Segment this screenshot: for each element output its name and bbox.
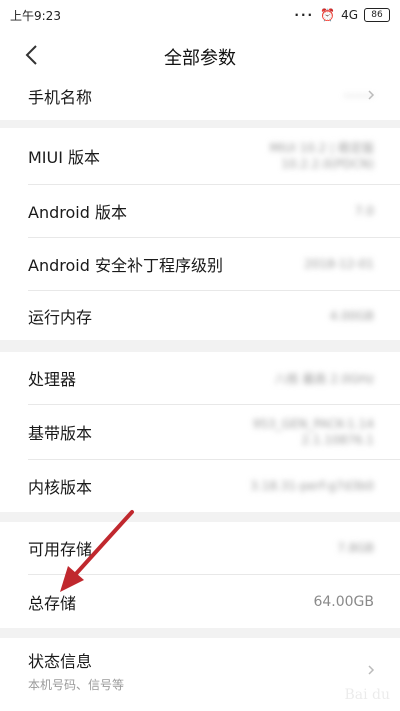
watermark-logo: Bai du: [344, 687, 390, 703]
row-value: 7.8GB: [337, 541, 374, 555]
row-value: 4.00GB: [329, 308, 374, 323]
row-label: 手机名称: [28, 88, 93, 107]
row-label: 总存储: [28, 593, 77, 613]
row-value: 3.18.31-perf-g7d3b0: [250, 479, 374, 493]
row-label: Android 版本: [28, 203, 127, 222]
row-label: 状态信息: [28, 651, 93, 671]
page-title: 全部参数: [164, 48, 236, 69]
row-android-version[interactable]: Android 版本 7.0: [0, 185, 400, 237]
chevron-right-icon: [368, 90, 375, 100]
row-available-storage[interactable]: 可用存储 7.8GB: [0, 522, 400, 574]
row-label: 运行内存: [28, 307, 93, 327]
notification-dots-icon: ···: [294, 8, 315, 22]
row-miui-version[interactable]: MIUI 版本 MIUI 10.2 | 稳定版 10.2.2.0(PDCN): [0, 128, 400, 184]
row-value: 2018-12-01: [304, 257, 374, 271]
card-status: 状态信息 本机号码、信号等: [0, 638, 400, 711]
battery-icon: 86: [364, 8, 390, 22]
row-processor[interactable]: 处理器 八核 最高 2.0GHz: [0, 352, 400, 404]
row-status-info[interactable]: 状态信息 本机号码、信号等: [0, 638, 400, 702]
row-value: 八核 最高 2.0GHz: [274, 371, 374, 386]
status-bar: 上午9:23 ··· ⏰ 4G 86: [0, 0, 400, 30]
card-storage: 可用存储 7.8GB 总存储 64.00GB: [0, 522, 400, 628]
row-label: 内核版本: [28, 478, 93, 497]
row-value: 7.0: [354, 204, 374, 218]
status-time: 上午9:23: [10, 8, 61, 23]
row-label: 基带版本: [28, 424, 93, 443]
row-ram[interactable]: 运行内存 4.00GB: [0, 291, 400, 340]
header-bar: 全部参数: [0, 30, 400, 80]
row-label: 可用存储: [28, 540, 93, 559]
row-kernel[interactable]: 内核版本 3.18.31-perf-g7d3b0: [0, 460, 400, 512]
row-label: 处理器: [28, 370, 77, 389]
row-total-storage[interactable]: 总存储 64.00GB: [0, 575, 400, 628]
card-software: MIUI 版本 MIUI 10.2 | 稳定版 10.2.2.0(PDCN) An…: [0, 128, 400, 340]
row-value: MIUI 10.2 | 稳定版 10.2.2.0(PDCN): [269, 141, 374, 171]
row-value: 64.00GB: [313, 593, 374, 610]
row-value: 953_GEN_PACK-1.14 2.1.10876.1: [252, 417, 374, 447]
row-label: MIUI 版本: [28, 148, 101, 167]
row-subtitle: 本机号码、信号等: [28, 677, 125, 692]
card-hardware: 处理器 八核 最高 2.0GHz 基带版本 953_GEN_PACK-1.14 2…: [0, 352, 400, 512]
row-baseband[interactable]: 基带版本 953_GEN_PACK-1.14 2.1.10876.1: [0, 405, 400, 459]
network-type: 4G: [341, 8, 358, 22]
chevron-right-icon: [368, 665, 375, 675]
status-icons: ··· ⏰ 4G 86: [294, 8, 390, 22]
row-security-patch[interactable]: Android 安全补丁程序级别 2018-12-01: [0, 238, 400, 290]
row-phone-name[interactable]: 手机名称 ········: [0, 80, 400, 112]
row-label: Android 安全补丁程序级别: [28, 256, 223, 275]
card-device: 手机名称 ········: [0, 80, 400, 120]
alarm-icon: ⏰: [320, 8, 336, 22]
